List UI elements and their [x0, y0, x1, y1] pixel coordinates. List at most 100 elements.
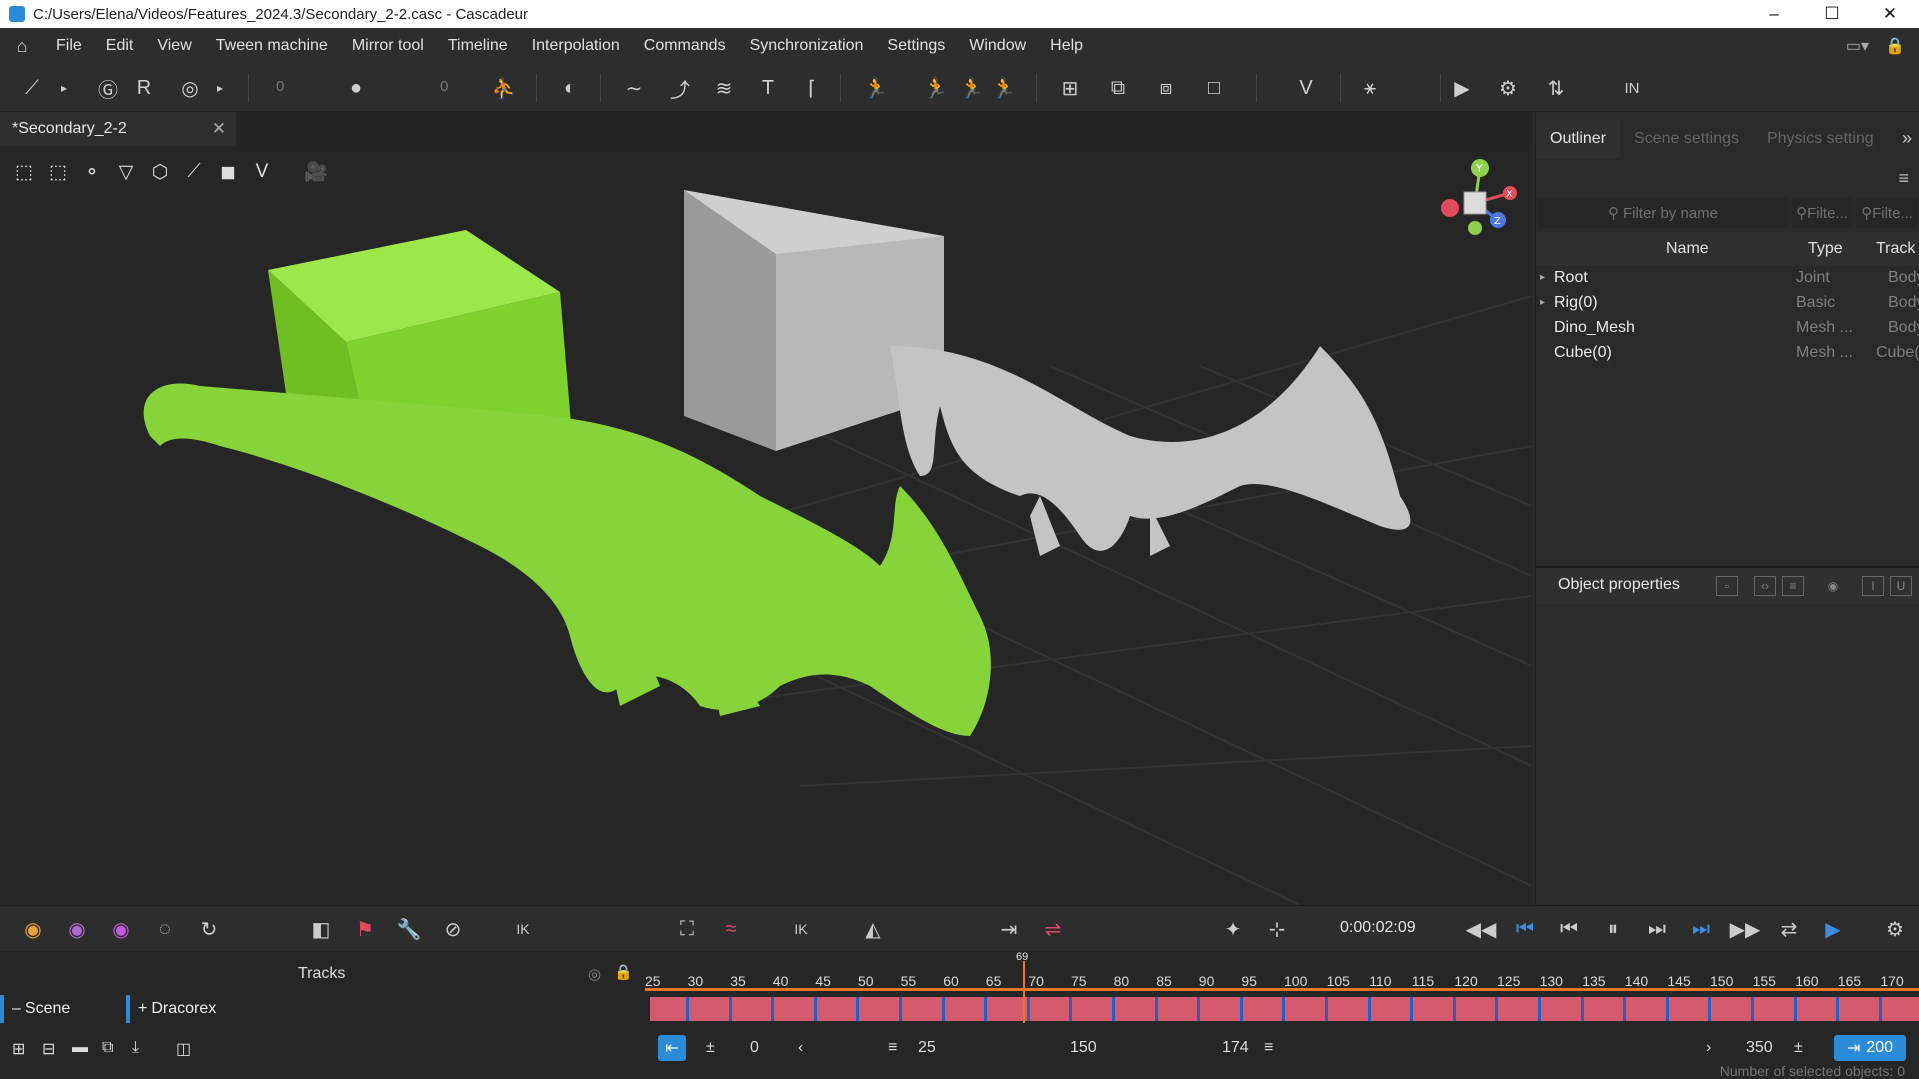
minimize-button[interactable]: – [1745, 0, 1803, 28]
range-end[interactable]: 174 [1222, 1039, 1249, 1057]
cascadeur-icon[interactable]: V [248, 158, 276, 186]
sphere-icon[interactable]: ◐ [554, 72, 586, 104]
menu-commands[interactable]: Commands [632, 37, 738, 55]
frame-icon[interactable]: □ [1198, 72, 1230, 104]
keyframe-marker[interactable] [813, 997, 817, 1021]
menu-help[interactable]: Help [1038, 37, 1095, 55]
rewind-icon[interactable]: ◀◀ [1466, 914, 1497, 944]
track-dracorex[interactable]: + Dracorex [126, 995, 596, 1023]
pause-button[interactable]: ⏸ [1598, 914, 1628, 944]
camera-icon[interactable]: 🎥 [302, 158, 330, 186]
tab-physics-settings[interactable]: Physics setting [1753, 120, 1888, 158]
shield-icon[interactable]: ⬡ [146, 158, 174, 186]
go-start-icon[interactable]: ⏮ [1510, 914, 1540, 944]
keyframe-marker[interactable] [1154, 997, 1158, 1021]
pivot-alt-icon[interactable]: ◉ [62, 914, 92, 944]
graph-icon[interactable]: ⟋ [16, 72, 48, 104]
close-tab-icon[interactable]: ✕ [212, 119, 226, 139]
keyframe-marker[interactable] [1282, 997, 1286, 1021]
axis-gizmo[interactable]: Y X Z [1430, 158, 1520, 248]
tween-icon[interactable]: ≋ [708, 72, 740, 104]
keyframe-marker[interactable] [1197, 997, 1201, 1021]
eye-icon[interactable]: ◉ [1822, 576, 1844, 596]
keyframe-marker[interactable] [1708, 997, 1712, 1021]
outliner-row[interactable]: ▸ Root Joint Body [1536, 266, 1919, 291]
keyframe-marker[interactable] [1325, 997, 1328, 1021]
axis-icon[interactable]: ⊹ [1262, 914, 1292, 944]
tab-outliner[interactable]: Outliner [1536, 120, 1621, 158]
col-name[interactable]: Name [1666, 240, 1709, 258]
menu-tween-machine[interactable]: Tween machine [204, 37, 340, 55]
layout-icon[interactable]: ▭▾ [1846, 36, 1869, 56]
visibility-icon[interactable]: ◎ [588, 965, 601, 983]
remove-track-icon[interactable]: ▬ [72, 1039, 88, 1057]
keyframe-marker[interactable] [1112, 997, 1115, 1021]
keyframe-marker[interactable] [856, 997, 860, 1021]
menu-window[interactable]: Window [957, 37, 1038, 55]
bracket-icon[interactable]: ⌈ [796, 72, 828, 104]
document-tab[interactable]: *Secondary_2-2 ✕ [0, 112, 236, 146]
keyframe-marker[interactable] [1878, 997, 1882, 1021]
col-type[interactable]: Type [1808, 240, 1843, 258]
run-icon[interactable]: 🏃 [860, 72, 892, 104]
curve-icon[interactable]: ∼ [618, 72, 650, 104]
box-select-icon[interactable]: ⬚ [44, 158, 72, 186]
wrench-icon[interactable]: 🔧 [394, 914, 424, 944]
menu-edit[interactable]: Edit [94, 37, 146, 55]
keyframe-marker[interactable] [1623, 997, 1627, 1021]
col-track[interactable]: Track [1876, 240, 1915, 258]
fit-icon[interactable]: ⛶ [672, 914, 702, 944]
keyframe-marker[interactable] [686, 997, 689, 1021]
outliner-row[interactable]: Dino_Mesh Mesh ... Body [1536, 316, 1919, 341]
download-icon[interactable]: ⤓ [132, 1039, 139, 1057]
keyframe-marker[interactable] [1793, 997, 1797, 1021]
value-a[interactable]: 0 [276, 78, 284, 95]
add-folder-icon[interactable]: ⊟ [42, 1039, 55, 1059]
pivot-multi-icon[interactable]: ◉ [106, 914, 136, 944]
3d-viewport[interactable]: ⬚ ⬚ ⚬ ▽ ⬡ ⟋ ◼ V 🎥 Y X Z [0, 146, 1532, 905]
keyframe-split-icon[interactable]: ◧ [306, 914, 336, 944]
more-tabs-icon[interactable]: » [1902, 128, 1912, 149]
keyframe-marker[interactable] [1538, 997, 1541, 1021]
disable-icon[interactable]: ⊘ [438, 914, 468, 944]
interp-icon[interactable]: ⤴ [664, 72, 696, 104]
props-code-icon[interactable]: ‹› [1754, 576, 1776, 596]
menu-view[interactable]: View [145, 37, 203, 55]
run-both-icon[interactable]: 🏃 [988, 72, 1020, 104]
menu-timeline[interactable]: Timeline [436, 37, 520, 55]
autophysics-icon[interactable]: ⚙ [1492, 72, 1524, 104]
go-end-icon[interactable]: ⏭ [1686, 914, 1716, 944]
go-first-button[interactable]: ⇤ [658, 1035, 686, 1061]
stepper-icon[interactable]: ± [706, 1039, 715, 1057]
keyframe-marker[interactable] [771, 997, 775, 1021]
prev-frame-icon[interactable]: ⏮ [1554, 914, 1584, 944]
rotation-mode-icon[interactable]: R [128, 72, 160, 104]
keyframe-marker[interactable] [1239, 997, 1243, 1021]
autopose-icon[interactable]: ◭ [858, 914, 888, 944]
flag-icon[interactable]: ⚑ [350, 914, 380, 944]
dropdown-arrow-icon[interactable]: ▸ [56, 72, 72, 104]
keyframe-marker[interactable] [1367, 997, 1371, 1021]
menu-file[interactable]: File [44, 37, 94, 55]
group-icon[interactable]: Ⓖ [92, 72, 124, 104]
keyframe-marker[interactable] [1751, 997, 1754, 1021]
menu-settings[interactable]: Settings [875, 37, 957, 55]
props-list-icon[interactable]: ≡ [1782, 576, 1804, 596]
orbit-icon[interactable]: ◎ [174, 72, 206, 104]
keyframe-strip[interactable] [650, 997, 1919, 1021]
scroll-left-icon[interactable]: ‹ [798, 1039, 803, 1057]
expand-arrow-icon[interactable]: ▸ [1540, 272, 1545, 283]
outliner-row[interactable]: ▸ Rig(0) Basic Body [1536, 291, 1919, 316]
range-icon[interactable]: ≡ [888, 1039, 897, 1057]
split-icon[interactable]: ◫ [176, 1039, 191, 1059]
hamburger-icon[interactable]: ≡ [1898, 168, 1909, 189]
lock-icon[interactable]: 🔒 [614, 963, 633, 981]
filter-type-input[interactable]: ⚲ Filte... [1792, 198, 1852, 228]
keyframe-marker[interactable] [1026, 997, 1030, 1021]
play-mode-icon[interactable]: ▶ [1818, 914, 1848, 944]
keyframe-marker[interactable] [1580, 997, 1584, 1021]
range-end-icon[interactable]: ≡ [1264, 1039, 1273, 1057]
maximize-button[interactable]: ☐ [1803, 0, 1861, 28]
ik-toggle-button[interactable]: IK [786, 914, 816, 944]
ik-button[interactable]: IK [508, 914, 538, 944]
